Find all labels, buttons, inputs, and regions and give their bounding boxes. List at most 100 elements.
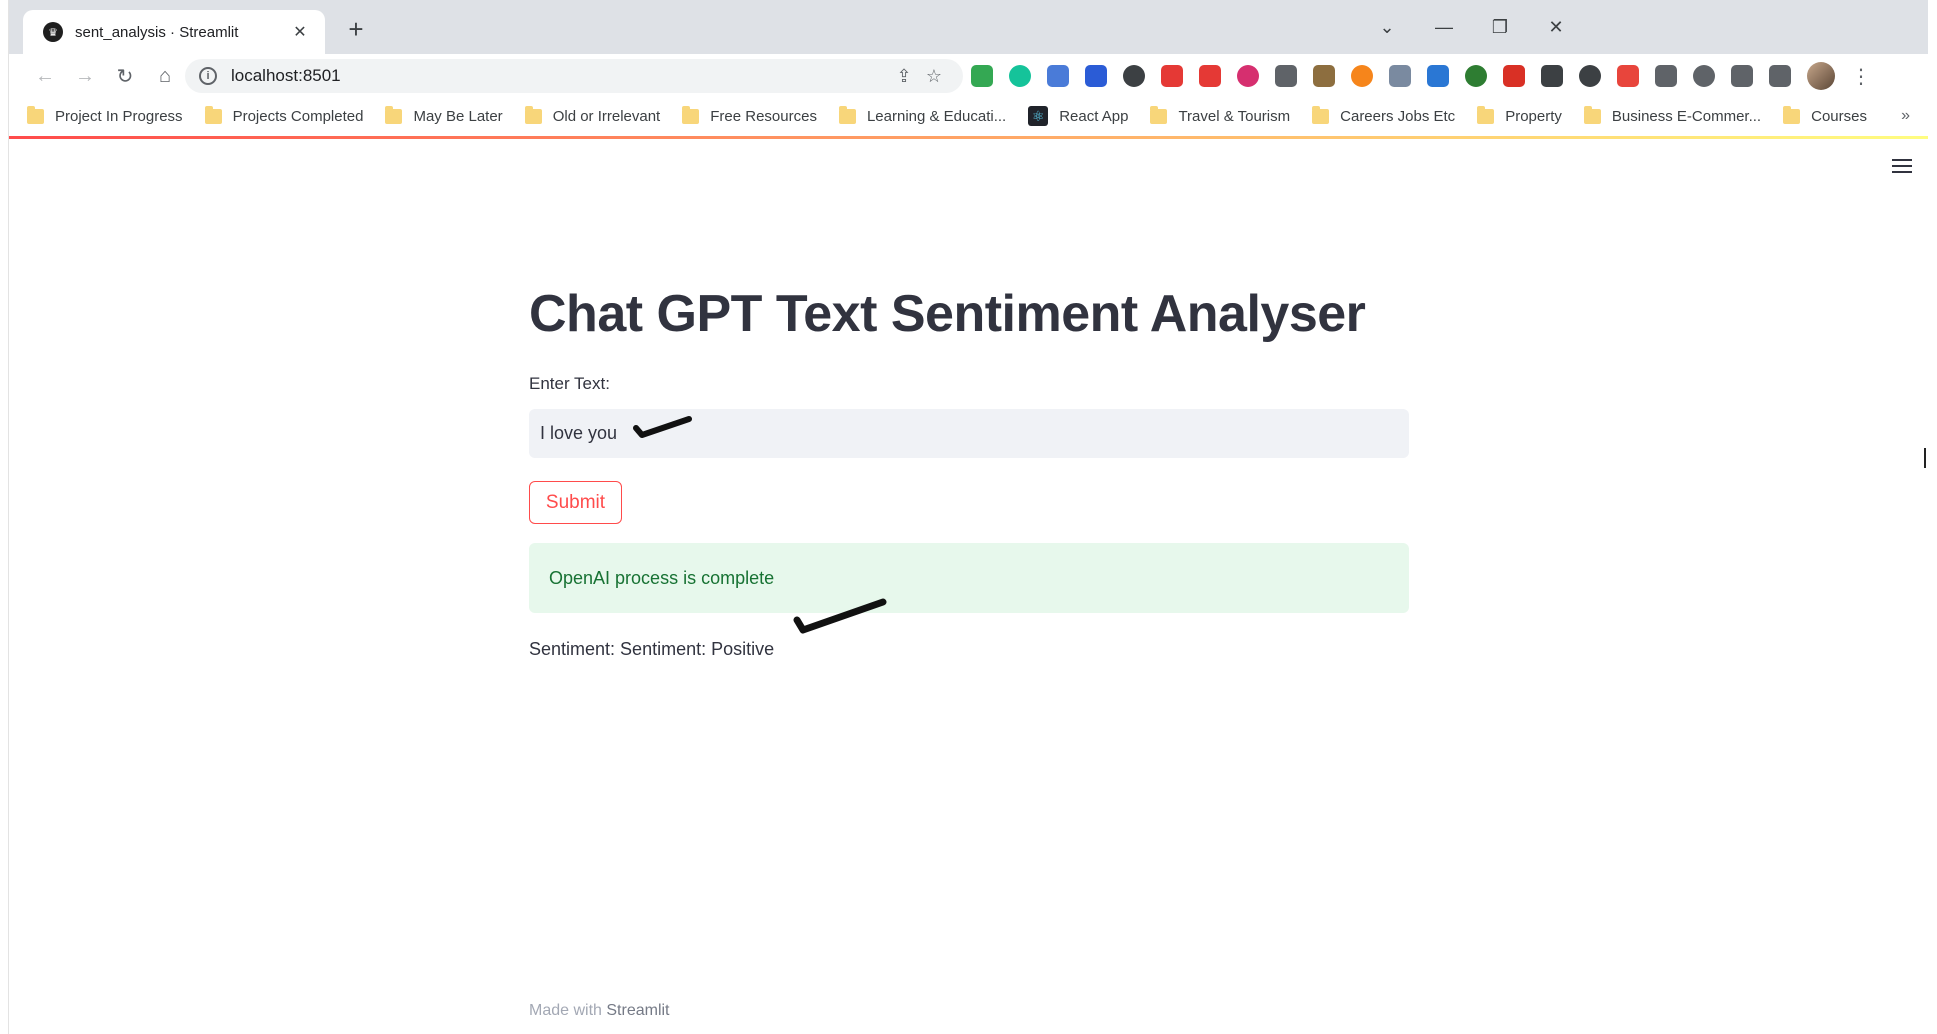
extension-icon[interactable] <box>1465 65 1487 87</box>
extension-icon[interactable] <box>1731 65 1753 87</box>
extension-icon[interactable] <box>1199 65 1221 87</box>
bookmark-item[interactable]: Projects Completed <box>204 105 364 125</box>
new-tab-icon[interactable]: + <box>341 15 371 45</box>
folder-icon <box>385 105 403 124</box>
extension-icon[interactable] <box>1161 65 1183 87</box>
bookmark-item[interactable]: Travel & Tourism <box>1150 105 1291 125</box>
bookmark-item[interactable]: Courses <box>1783 105 1867 125</box>
checkmark-annotation-icon <box>793 598 887 634</box>
folder-icon <box>204 105 222 124</box>
extension-icon[interactable] <box>1769 65 1791 87</box>
tab-strip: ♛ sent_analysis · Streamlit ✕ + ⌄ — ❐ ✕ <box>9 0 1928 54</box>
folder-icon <box>682 105 700 124</box>
extension-icon[interactable] <box>1503 65 1525 87</box>
extension-icon[interactable] <box>1655 65 1677 87</box>
text-input-label: Enter Text: <box>529 374 610 393</box>
extension-icon[interactable] <box>1009 65 1031 87</box>
bookmark-label: Property <box>1505 107 1562 125</box>
folder-icon <box>838 105 856 124</box>
bookmark-label: Projects Completed <box>232 107 364 125</box>
bookmark-label: Learning & Educati... <box>866 107 1007 125</box>
main-menu-icon[interactable] <box>1892 159 1912 175</box>
bookmark-item[interactable]: Property <box>1477 105 1562 125</box>
browser-tab[interactable]: ♛ sent_analysis · Streamlit ✕ <box>23 10 325 54</box>
window-edge <box>0 0 9 1034</box>
bookmark-item[interactable]: Project In Progress <box>27 105 183 125</box>
bookmark-label: Project In Progress <box>55 107 183 125</box>
extension-icon[interactable] <box>1693 65 1715 87</box>
bookmark-item[interactable]: Business E-Commer... <box>1583 105 1762 125</box>
extension-icon[interactable] <box>1275 65 1297 87</box>
bookmark-item[interactable]: Learning & Educati... <box>838 105 1007 125</box>
back-arrow-icon[interactable]: ← <box>25 58 65 94</box>
browser-toolbar: ← → ↻ ⌂ i localhost:8501 ⇪ ☆ ⋮ <box>9 54 1928 98</box>
bookmark-label: Old or Irrelevant <box>552 107 661 125</box>
submit-button[interactable]: Submit <box>529 481 622 524</box>
page-title: Chat GPT Text Sentiment Analyser <box>529 285 1366 343</box>
restore-icon[interactable]: ❐ <box>1480 12 1520 42</box>
streamlit-crown-icon: ♛ <box>43 22 63 42</box>
extension-icon[interactable] <box>1237 65 1259 87</box>
react-icon: ⚛ <box>1028 106 1049 126</box>
footer-streamlit-link[interactable]: Streamlit <box>606 1002 669 1019</box>
reload-icon[interactable]: ↻ <box>105 58 145 94</box>
extension-icon[interactable] <box>1389 65 1411 87</box>
extension-icon[interactable] <box>1579 65 1601 87</box>
bookmark-item[interactable]: Free Resources <box>682 105 817 125</box>
extension-icon[interactable] <box>1427 65 1449 87</box>
bookmark-label: Courses <box>1811 107 1867 125</box>
bookmark-label: React App <box>1059 107 1129 125</box>
text-cursor <box>1924 448 1926 468</box>
address-bar[interactable]: i localhost:8501 ⇪ ☆ <box>185 59 963 93</box>
extensions-area: ⋮ <box>971 60 1871 92</box>
browser-window: ♛ sent_analysis · Streamlit ✕ + ⌄ — ❐ ✕ … <box>0 0 1937 1034</box>
extension-icon[interactable] <box>1123 65 1145 87</box>
bookmark-label: Careers Jobs Etc <box>1340 107 1456 125</box>
folder-icon <box>524 105 542 124</box>
share-icon[interactable]: ⇪ <box>889 66 919 87</box>
success-message: OpenAI process is complete <box>549 567 775 588</box>
tab-close-icon[interactable]: ✕ <box>289 22 311 42</box>
extension-icon[interactable] <box>1047 65 1069 87</box>
bookmark-label: Business E-Commer... <box>1611 107 1762 125</box>
folder-icon <box>1312 105 1330 124</box>
profile-avatar[interactable] <box>1807 62 1835 90</box>
url-text[interactable]: localhost:8501 <box>231 66 889 86</box>
folder-icon <box>1583 105 1601 124</box>
extension-icon[interactable] <box>1617 65 1639 87</box>
tab-title: sent_analysis · Streamlit <box>75 23 239 41</box>
bookmark-label: Free Resources <box>710 107 817 125</box>
folder-icon <box>1783 105 1801 124</box>
footer-prefix: Made with <box>529 1002 607 1019</box>
bookmark-item[interactable]: Old or Irrelevant <box>524 105 661 125</box>
window-close-icon[interactable]: ✕ <box>1536 12 1576 42</box>
bookmarks-more-icon[interactable]: » <box>1901 107 1910 125</box>
bookmark-item[interactable]: ⚛ React App <box>1028 106 1128 126</box>
footer: Made with Streamlit <box>529 1002 670 1020</box>
extension-icon[interactable] <box>1085 65 1107 87</box>
bookmark-label: May Be Later <box>413 107 503 125</box>
bookmark-star-icon[interactable]: ☆ <box>919 66 949 87</box>
minimize-icon[interactable]: — <box>1424 12 1464 42</box>
extension-icon[interactable] <box>971 65 993 87</box>
success-alert: OpenAI process is complete <box>529 543 1409 613</box>
extension-icon[interactable] <box>1351 65 1373 87</box>
bookmark-item[interactable]: Careers Jobs Etc <box>1312 105 1456 125</box>
browser-menu-icon[interactable]: ⋮ <box>1851 64 1871 89</box>
forward-arrow-icon[interactable]: → <box>65 58 105 94</box>
home-icon[interactable]: ⌂ <box>145 58 185 94</box>
checkmark-annotation-icon <box>633 416 692 438</box>
extension-icon[interactable] <box>1313 65 1335 87</box>
folder-icon <box>1477 105 1495 124</box>
bookmark-label: Travel & Tourism <box>1178 107 1291 125</box>
site-info-icon[interactable]: i <box>199 67 217 85</box>
bookmark-item[interactable]: May Be Later <box>385 105 503 125</box>
folder-icon <box>1150 105 1168 124</box>
text-input-value[interactable]: I love you <box>540 423 617 444</box>
tab-search-icon[interactable]: ⌄ <box>1367 12 1407 42</box>
bookmarks-bar: Project In Progress Projects Completed May… <box>9 98 1928 134</box>
folder-icon <box>27 105 44 124</box>
extension-icon[interactable] <box>1541 65 1563 87</box>
streamlit-app: Chat GPT Text Sentiment Analyser Enter T… <box>9 139 1928 1034</box>
sentiment-result: Sentiment: Sentiment: Positive <box>529 639 775 659</box>
